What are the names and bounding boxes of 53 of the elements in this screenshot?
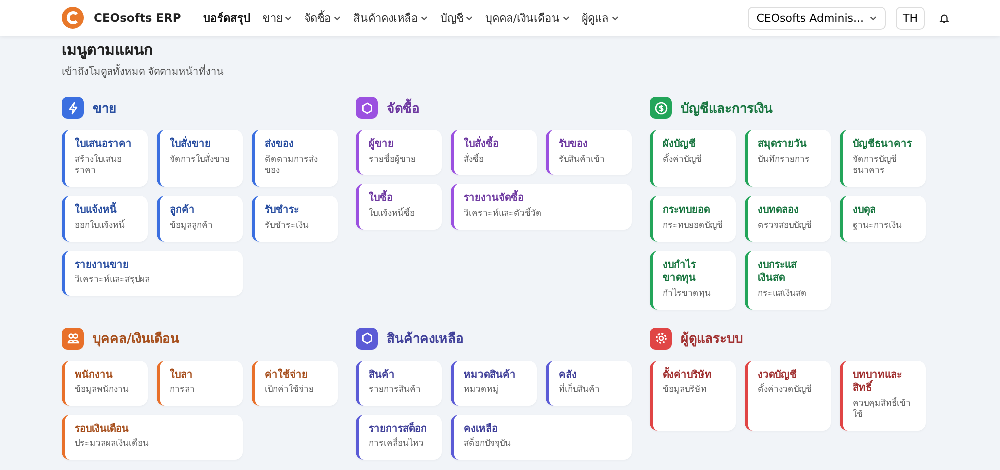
module-card[interactable]: ส่งของ ติดตามการส่งของ (252, 130, 338, 188)
nav-menu-item[interactable]: ผู้ดูแล (582, 9, 620, 27)
module-card[interactable]: คงเหลือ สต็อกปัจจุบัน (451, 414, 632, 460)
module-card[interactable]: พนักงาน ข้อมูลพนักงาน (62, 360, 148, 406)
nav-menu-item[interactable]: บัญชี (440, 9, 474, 27)
section-title: ขาย (93, 100, 117, 118)
module-card[interactable]: ใบแจ้งหนี้ ออกใบแจ้งหนี้ (62, 196, 148, 242)
module-card[interactable]: รับชำระ รับชำระเงิน (252, 196, 338, 242)
module-card[interactable]: งบทดลอง ตรวจสอบบัญชี (745, 196, 831, 242)
nav-menu-item[interactable]: บอร์ดสรุป (203, 9, 250, 27)
module-card[interactable]: กระทบยอด กระทบยอดบัญชี (650, 196, 736, 242)
language-button[interactable]: TH (896, 6, 925, 30)
logo-icon (62, 7, 84, 29)
module-card[interactable]: ใบสั่งขาย จัดการใบสั่งขาย (157, 130, 243, 188)
section-title: ผู้ดูแลระบบ (681, 330, 743, 350)
section-title: บัญชีและการเงิน (681, 100, 773, 118)
module-card[interactable]: ผังบัญชี ตั้งค่าบัญชี (650, 130, 736, 188)
module-card[interactable]: ค่าใช้จ่าย เบิกค่าใช้จ่าย (252, 360, 338, 406)
module-card[interactable]: หมวดสินค้า หมวดหมู่ (451, 360, 537, 406)
module-card[interactable]: รอบเงินเดือน ประมวลผลเงินเดือน (62, 414, 243, 460)
module-card[interactable]: สินค้า รายการสินค้า (356, 360, 442, 406)
section-title: สินค้าคงเหลือ (387, 330, 464, 350)
page-subtitle: เข้าถึงโมดูลทั้งหมด จัดตามหน้าที่งาน (62, 64, 938, 79)
module-card[interactable]: งบดุล ฐานะการเงิน (840, 196, 926, 242)
section-title: จัดซื้อ (387, 98, 420, 118)
module-card[interactable]: งบกระแสเงินสด กระแสเงินสด (745, 250, 831, 310)
module-card[interactable]: รายงานขาย วิเคราะห์และสรุปผล (62, 250, 243, 296)
module-card[interactable]: งบกำไรขาดทุน กำไรขาดทุน (650, 250, 736, 310)
caret-icon (870, 16, 877, 20)
module-card[interactable]: บัญชีธนาคาร จัดการบัญชีธนาคาร (840, 130, 926, 188)
module-card[interactable]: ตั้งค่าบริษัท ข้อมูลบริษัท (650, 360, 736, 432)
user-dropdown[interactable]: CEOsofts Adminis... (748, 6, 886, 30)
module-card[interactable]: ใบลา การลา (157, 360, 243, 406)
nav-menu-item[interactable]: ขาย (262, 9, 292, 27)
module-card[interactable]: ลูกค้า ข้อมูลลูกค้า (157, 196, 243, 242)
module-card[interactable]: รายการสต็อก การเคลื่อนไหว (356, 414, 442, 460)
bell-icon[interactable] (939, 12, 950, 24)
module-card[interactable]: งวดบัญชี ตั้งค่างวดบัญชี (745, 360, 831, 432)
module-card[interactable]: ใบเสนอราคา สร้างใบเสนอราคา (62, 130, 148, 188)
module-card[interactable]: ใบซื้อ ใบแจ้งหนี้ซื้อ (356, 184, 442, 230)
nav-menu-item[interactable]: จัดซื้อ (304, 9, 342, 27)
page-title: เมนูตามแผนก (62, 40, 154, 62)
nav-menu-item[interactable]: บุคคล/เงินเดือน (485, 9, 570, 27)
nav-menu-item[interactable]: สินค้าคงเหลือ (353, 9, 428, 27)
module-card[interactable]: ผู้ขาย รายชื่อผู้ขาย (356, 130, 442, 176)
module-card[interactable]: ใบสั่งซื้อ สั่งซื้อ (451, 130, 537, 176)
module-card[interactable]: คลัง ที่เก็บสินค้า (546, 360, 632, 406)
module-card[interactable]: บทบาทและสิทธิ์ ควบคุมสิทธิ์เข้าใช้ (840, 360, 926, 432)
module-card[interactable]: สมุดรายวัน บันทึกรายการ (745, 130, 831, 188)
section-title: บุคคล/เงินเดือน (93, 330, 180, 350)
module-card[interactable]: รับของ รับสินค้าเข้า (546, 130, 632, 176)
brand-name: CEOsofts ERP (94, 11, 182, 25)
module-card[interactable]: รายงานจัดซื้อ วิเคราะห์และตัวชี้วัด (451, 184, 632, 230)
